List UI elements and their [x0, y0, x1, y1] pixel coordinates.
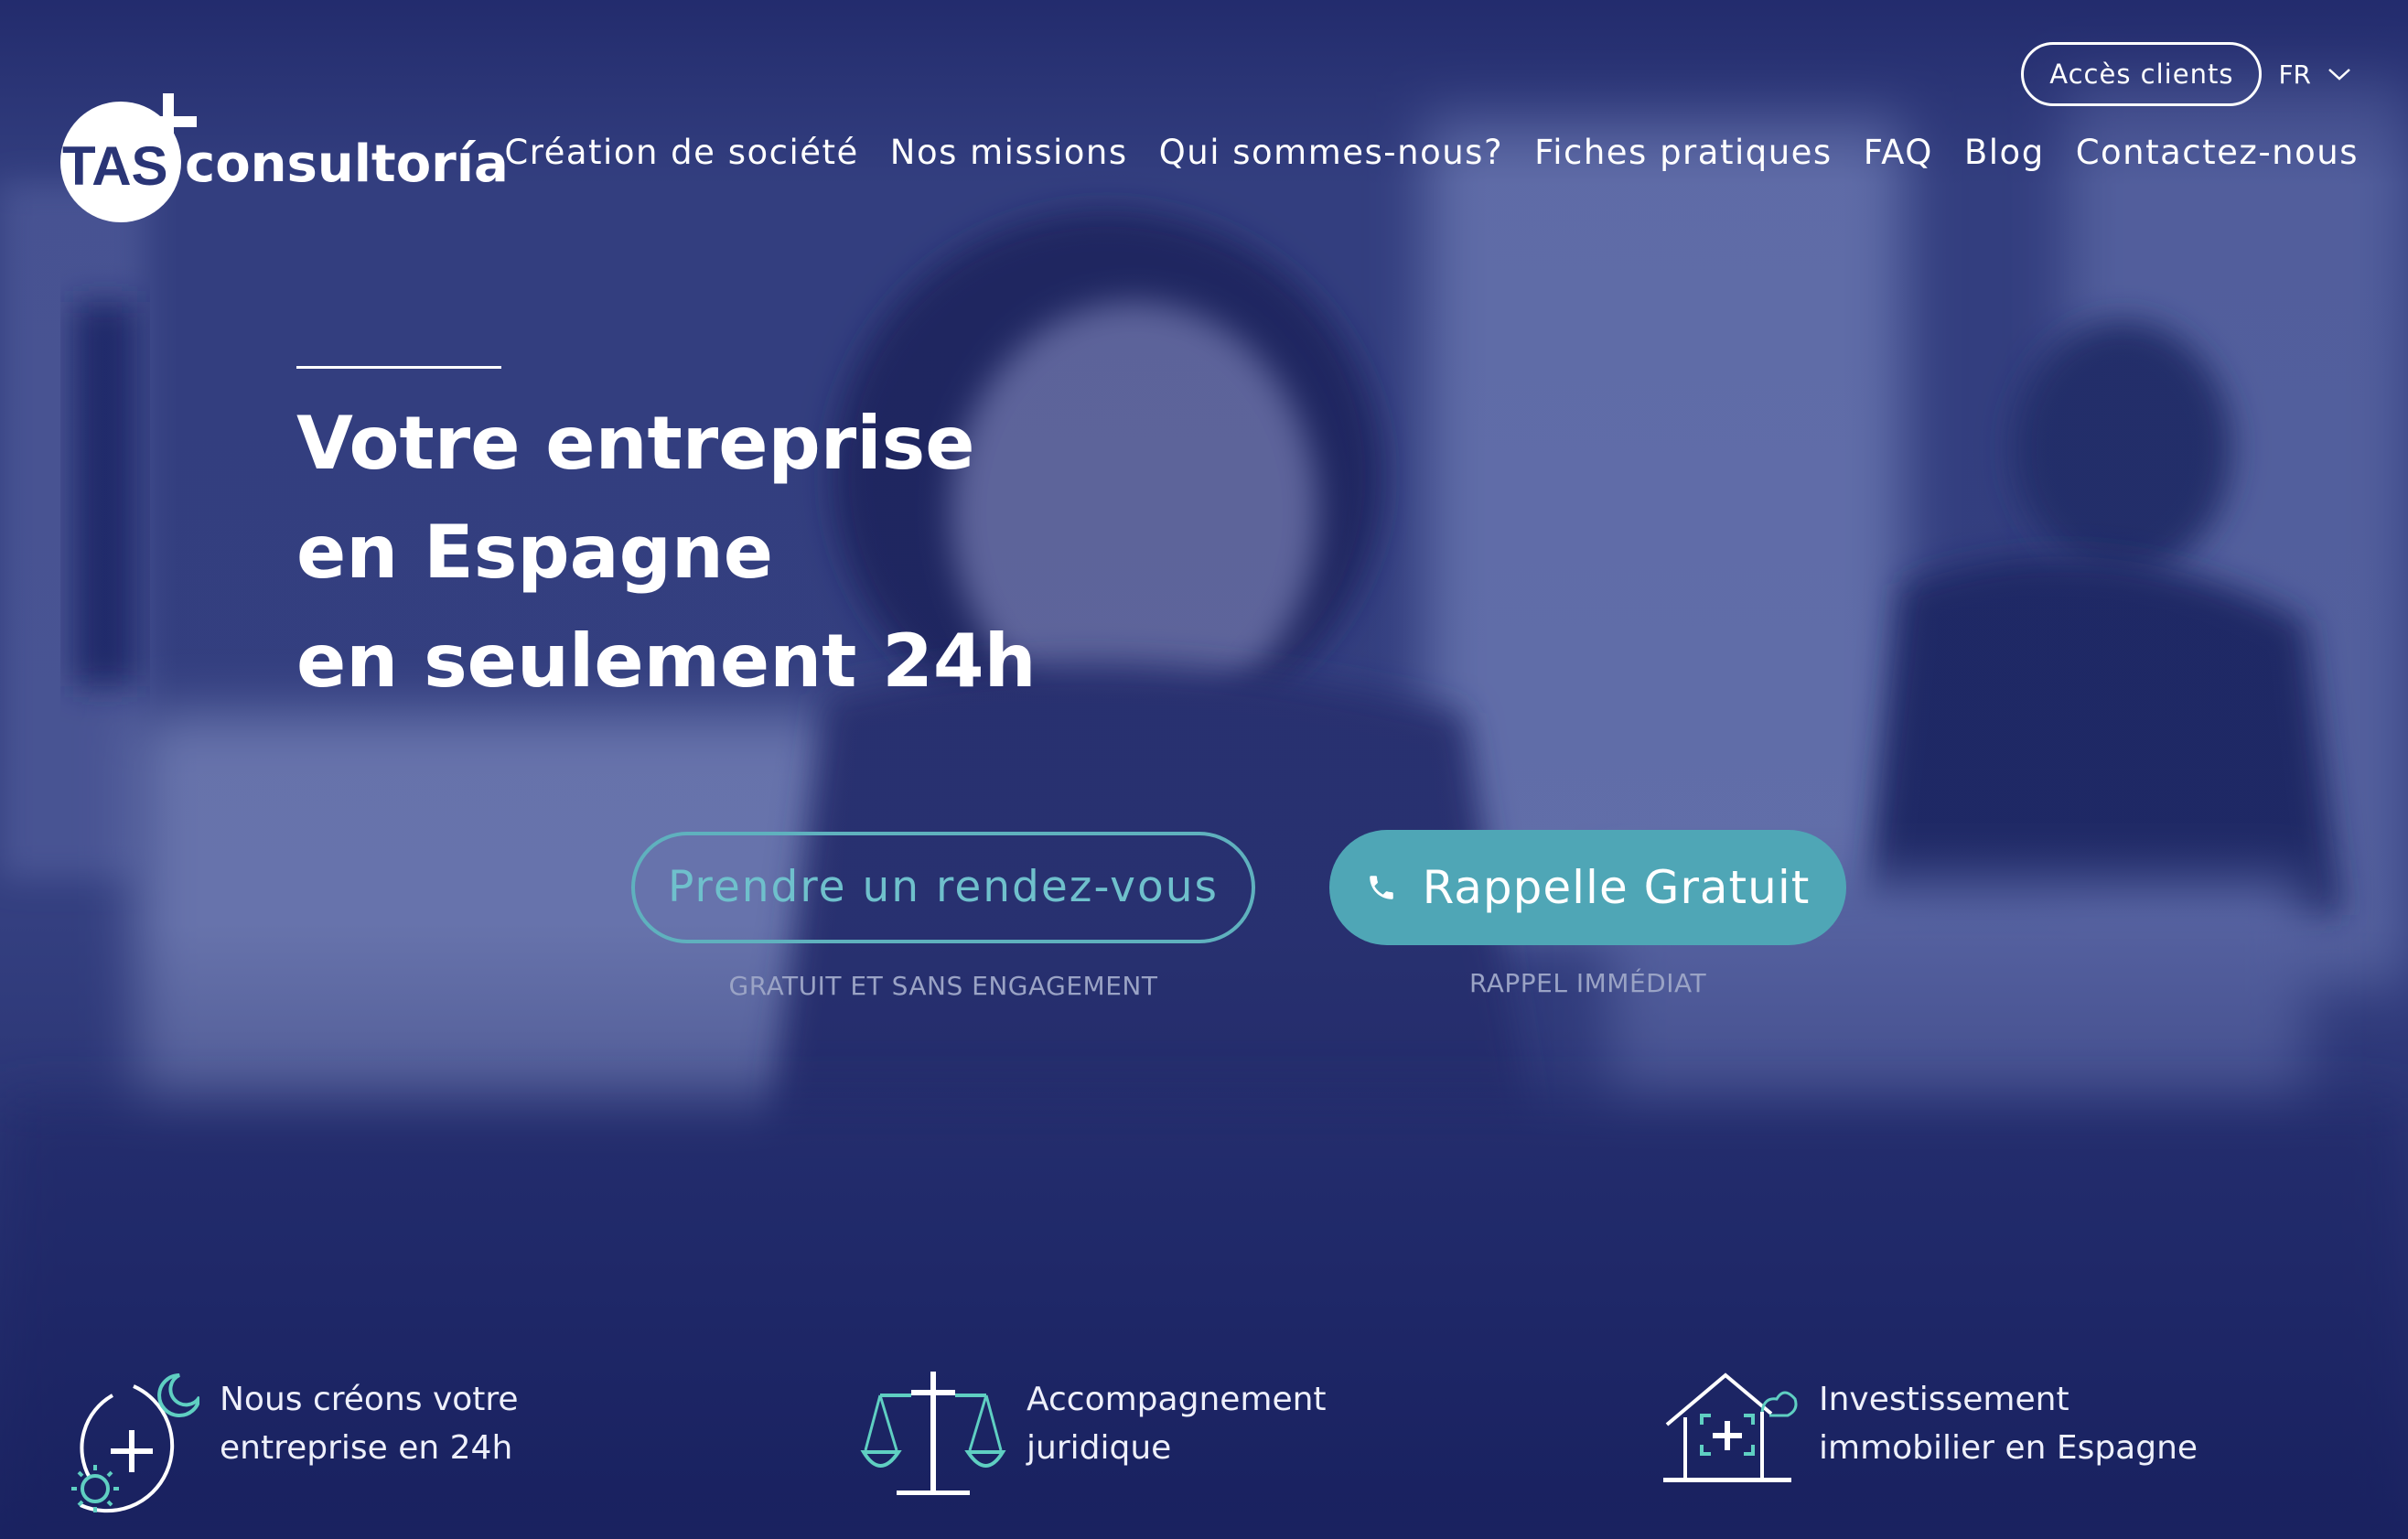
feature-text-line: Investissement	[1819, 1381, 2069, 1418]
appointment-button[interactable]: Prendre un rendez-vous	[631, 832, 1255, 943]
svg-text:TAS: TAS	[62, 135, 168, 197]
nav-qui-sommes-nous[interactable]: Qui sommes-nous?	[1159, 133, 1503, 172]
feature-text-line: entreprise en 24h	[220, 1429, 513, 1467]
nav-blog[interactable]: Blog	[1964, 133, 2045, 172]
feature-legal-support: Accompagnement juridique	[860, 1368, 1327, 1505]
callback-button[interactable]: Rappelle Gratuit	[1329, 830, 1846, 945]
day-night-plus-icon	[71, 1373, 199, 1513]
hero-headline: Votre entreprise en Espagne en seulement…	[296, 389, 1037, 716]
phone-icon	[1369, 876, 1393, 899]
hero-overlay	[0, 0, 2408, 1539]
headline-divider	[296, 366, 501, 369]
feature-text-line: Accompagnement	[1027, 1381, 1327, 1418]
feature-text-line: Nous créons votre	[220, 1381, 519, 1418]
feature-company-creation: Nous créons votre entreprise en 24h	[62, 1368, 519, 1523]
svg-text:consultoría: consultoría	[185, 135, 509, 194]
nav-nos-missions[interactable]: Nos missions	[890, 133, 1128, 172]
top-utility-bar: Accès clients FR	[2021, 42, 2351, 106]
feature-real-estate: Investissement immobilier en Espagne	[1661, 1368, 2198, 1487]
feature-text-line: juridique	[1027, 1429, 1172, 1467]
feature-legal-support-text: Accompagnement juridique	[1027, 1375, 1327, 1472]
callback-label: Rappelle Gratuit	[1422, 861, 1811, 914]
nav-creation-societe[interactable]: Création de société	[504, 133, 858, 172]
headline-line-1: Votre entreprise	[296, 401, 975, 486]
language-label: FR	[2278, 59, 2311, 90]
headline-line-3: en seulement 24h	[296, 619, 1037, 704]
feature-real-estate-text: Investissement immobilier en Espagne	[1819, 1375, 2198, 1472]
nav-fiches-pratiques[interactable]: Fiches pratiques	[1534, 133, 1833, 172]
callback-subtitle: RAPPEL IMMÉDIAT	[1468, 968, 1707, 998]
feature-text-line: immobilier en Espagne	[1819, 1429, 2198, 1467]
chevron-down-icon	[2328, 69, 2350, 81]
scales-justice-icon	[860, 1372, 1006, 1495]
feature-company-creation-text: Nous créons votre entreprise en 24h	[220, 1375, 519, 1472]
tas-consultoria-logo[interactable]: TAS consultoría	[60, 66, 509, 226]
client-access-button[interactable]: Accès clients	[2021, 42, 2263, 106]
house-plus-icon	[1663, 1372, 1798, 1482]
nav-contactez-nous[interactable]: Contactez-nous	[2076, 133, 2359, 172]
nav-faq[interactable]: FAQ	[1864, 133, 1933, 172]
headline-line-2: en Espagne	[296, 510, 774, 595]
main-navigation: Création de société Nos missions Qui som…	[504, 133, 2359, 172]
language-selector[interactable]: FR	[2278, 59, 2351, 90]
appointment-subtitle: GRATUIT ET SANS ENGAGEMENT	[728, 971, 1158, 1001]
hero-section: TAS consultoría Accès clients FR Créatio…	[0, 0, 2408, 1539]
